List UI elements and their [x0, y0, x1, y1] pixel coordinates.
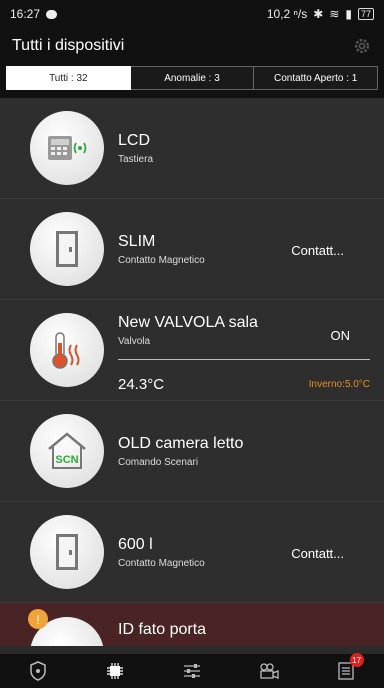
bottom-nav: 17 — [0, 653, 384, 688]
divider — [118, 359, 370, 360]
status-time: 16:27 — [10, 7, 41, 21]
device-type: Comando Scenari — [118, 456, 199, 468]
chat-notification-icon — [46, 9, 58, 19]
nav-security[interactable] — [18, 656, 58, 686]
page-title: Tutti i dispositivi — [12, 37, 125, 54]
nav-events[interactable]: 17 — [326, 653, 366, 686]
gear-icon[interactable] — [352, 36, 372, 56]
wifi-icon: ≋ — [329, 7, 340, 21]
device-state: ON — [330, 328, 351, 343]
keypad-icon — [30, 111, 104, 185]
alert-badge: ! — [28, 609, 48, 629]
tab-anomalie-label: Anomalie : 3 — [164, 72, 220, 84]
bluetooth-icon: ✱ — [313, 7, 324, 21]
battery-level: 77 — [360, 9, 371, 19]
device-row-alarm[interactable]: ! ID fato porta — [0, 603, 384, 646]
battery-icon: 77 — [357, 8, 374, 20]
device-row-valvola[interactable]: New VALVOLA sala Valvola ON 24.3°C Inver… — [0, 300, 384, 401]
device-row-600l[interactable]: 600 l Contatto Magnetico Contatt... — [0, 502, 384, 603]
device-type: Contatto Magnetico — [118, 557, 205, 569]
signal-icon: ▮ — [345, 7, 352, 21]
tab-contatto-aperto[interactable]: Contatto Aperto : 1 — [254, 66, 379, 90]
status-bar: 16:27 10,2 ⁿ/s ✱ ≋ ▮ 77 — [0, 0, 384, 28]
nav-devices[interactable] — [95, 656, 135, 686]
scn-house-icon: SCN — [30, 414, 104, 488]
chip-icon — [107, 663, 124, 679]
network-speed: 10,2 ⁿ/s — [266, 7, 308, 21]
device-list: LCD Tastiera SLIM Contatto Magnetico Con… — [0, 98, 384, 646]
shield-icon — [30, 661, 47, 681]
app-header: Tutti i dispositivi — [0, 28, 384, 64]
device-state: Contatt... — [291, 243, 344, 258]
device-name: SLIM — [118, 232, 156, 250]
device-name: LCD — [118, 131, 151, 149]
device-name: 600 l — [118, 535, 153, 553]
scn-icon-text: SCN — [55, 454, 78, 466]
device-row-slim[interactable]: SLIM Contatto Magnetico Contatt... — [0, 199, 384, 300]
temperature-value: 24.3°C — [118, 376, 165, 393]
device-name: ID fato porta — [118, 621, 207, 638]
tab-contatto-aperto-label: Contatto Aperto : 1 — [273, 72, 358, 84]
device-state: Contatt... — [291, 546, 344, 561]
camera-icon — [260, 663, 279, 679]
device-row-lcd[interactable]: LCD Tastiera — [0, 98, 384, 199]
sliders-icon — [183, 664, 200, 678]
nav-cameras[interactable] — [249, 656, 289, 686]
door-contact-icon — [30, 212, 104, 286]
notification-badge: 17 — [349, 653, 364, 667]
heating-mode: Inverno:5.0°C — [308, 379, 370, 390]
thermometer-icon — [30, 313, 104, 387]
device-type: Tastiera — [118, 153, 154, 165]
tab-tutti[interactable]: Tutti : 32 — [6, 66, 131, 90]
device-name: OLD camera letto — [118, 434, 244, 452]
device-type: Contatto Magnetico — [118, 254, 205, 266]
nav-controls[interactable] — [172, 656, 212, 686]
door-contact-icon — [30, 515, 104, 589]
device-row-scenari[interactable]: SCN OLD camera letto Comando Scenari — [0, 401, 384, 502]
filter-tabs: Tutti : 32 Anomalie : 3 Contatto Aperto … — [0, 64, 384, 98]
tab-tutti-label: Tutti : 32 — [49, 72, 88, 84]
tab-anomalie[interactable]: Anomalie : 3 — [130, 66, 255, 90]
